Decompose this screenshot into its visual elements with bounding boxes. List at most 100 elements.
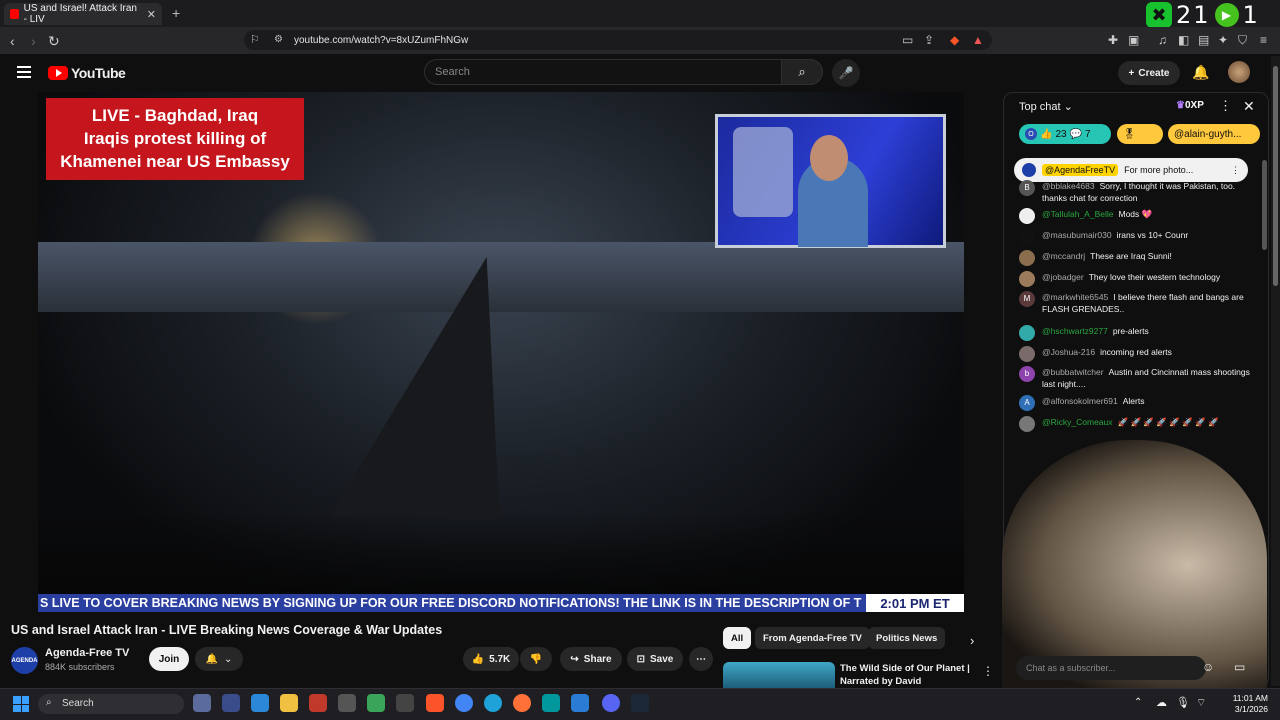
wallet-icon[interactable]: ▤ bbox=[1198, 33, 1209, 47]
chat-username: @bblake4683 bbox=[1042, 181, 1095, 191]
tray-app-icon[interactable]: ☁ bbox=[1156, 696, 1167, 709]
sidebar-icon[interactable]: ◧ bbox=[1178, 33, 1189, 47]
discord-icon[interactable] bbox=[602, 694, 620, 712]
chat-input[interactable]: Chat as a subscriber... bbox=[1016, 656, 1206, 680]
extensions-icon[interactable]: ✚ bbox=[1108, 33, 1118, 47]
file-explorer-icon[interactable] bbox=[280, 694, 298, 712]
vscode-icon[interactable] bbox=[571, 694, 589, 712]
poll-badge[interactable]: O 👍 23 💬 7 bbox=[1019, 124, 1111, 144]
cast-icon[interactable]: ▭ bbox=[902, 33, 913, 47]
pinned-message[interactable]: @AgendaFreeTV For more photo... ⋮ bbox=[1014, 158, 1248, 182]
join-button[interactable]: Join bbox=[149, 647, 189, 671]
chrome-icon[interactable] bbox=[455, 694, 473, 712]
more-actions-button[interactable]: ⋯ bbox=[689, 647, 713, 671]
forward-icon[interactable]: › bbox=[31, 33, 36, 49]
windows-start-icon[interactable] bbox=[13, 696, 29, 712]
channel-name[interactable]: Agenda-Free TV bbox=[45, 647, 129, 659]
like-button[interactable]: 👍 5.7K bbox=[463, 647, 519, 671]
webcam-overlay bbox=[1002, 440, 1267, 690]
site-info-icon[interactable]: ⚙ bbox=[274, 34, 283, 45]
reaction-badge[interactable]: 🎖 bbox=[1117, 124, 1163, 144]
chat-username: @alfonsokolmer691 bbox=[1042, 396, 1118, 406]
create-button[interactable]: + Create bbox=[1118, 61, 1180, 85]
filter-from-channel[interactable]: From Agenda-Free TV bbox=[755, 627, 870, 649]
badge-user: @alain-guyth... bbox=[1174, 128, 1242, 140]
chat-avatar: b bbox=[1019, 366, 1035, 382]
taskbar-app-icon[interactable] bbox=[309, 694, 327, 712]
save-button[interactable]: ⊡ Save bbox=[627, 647, 683, 671]
taskbar-search[interactable]: ⌕ Search bbox=[38, 694, 184, 714]
hamburger-menu-icon[interactable] bbox=[17, 66, 31, 78]
pinned-user: @AgendaFreeTV bbox=[1042, 164, 1119, 176]
arduino-icon[interactable] bbox=[542, 694, 560, 712]
page-scrollbar[interactable] bbox=[1271, 56, 1280, 686]
taskbar-app-icon[interactable] bbox=[396, 694, 414, 712]
steam-icon[interactable] bbox=[631, 694, 649, 712]
chat-options-icon[interactable]: ⋮ bbox=[1219, 98, 1232, 114]
filter-all[interactable]: All bbox=[723, 627, 752, 649]
taskbar-app-icon[interactable] bbox=[193, 694, 211, 712]
screenshot-icon[interactable]: ▣ bbox=[1128, 33, 1139, 47]
taskbar-app-icon[interactable] bbox=[338, 694, 356, 712]
edge-icon[interactable] bbox=[484, 694, 502, 712]
vpn-icon[interactable]: ⛉ bbox=[1238, 33, 1247, 48]
bookmark-icon[interactable]: ⚐ bbox=[250, 33, 260, 46]
super-chat-icon[interactable]: ▭ bbox=[1234, 660, 1245, 674]
filter-politics-news[interactable]: Politics News bbox=[868, 627, 946, 649]
recommendation-more-icon[interactable]: ⋮ bbox=[982, 664, 994, 678]
dislike-button[interactable]: 👎 bbox=[520, 647, 552, 671]
user-badge[interactable]: @alain-guyth... bbox=[1168, 124, 1260, 144]
chat-text: They love their western technology bbox=[1088, 272, 1221, 282]
xp-value: 0XP bbox=[1184, 100, 1204, 111]
chat-username: @mccandrj bbox=[1042, 251, 1086, 261]
tray-expand-icon[interactable]: ⌃ bbox=[1134, 697, 1142, 708]
chat-close-icon[interactable]: ✕ bbox=[1243, 98, 1255, 115]
chat-text: 🚀 🚀 🚀 🚀 🚀 🚀 🚀 🚀 bbox=[1117, 417, 1219, 427]
taskbar-app-icon[interactable] bbox=[367, 694, 385, 712]
notifications-bell-icon[interactable]: 🔔 bbox=[1192, 64, 1209, 81]
recommendation-thumbnail[interactable] bbox=[723, 662, 835, 688]
channel-avatar[interactable]: AGENDA bbox=[11, 647, 38, 674]
share-label: Share bbox=[583, 653, 612, 665]
ai-icon[interactable]: ✦ bbox=[1218, 33, 1228, 47]
search-button[interactable]: ⌕ bbox=[781, 59, 823, 85]
chat-text: irans vs 10+ Counr bbox=[1116, 230, 1189, 240]
browser-tab[interactable]: US and Israel! Attack Iran - LIV ✕ bbox=[4, 3, 162, 25]
voice-search-button[interactable]: 🎤 bbox=[832, 59, 860, 87]
wifi-icon[interactable]: ⌔ bbox=[1196, 696, 1206, 710]
subscription-bell-button[interactable]: 🔔 ⌄ bbox=[195, 647, 243, 671]
music-icon[interactable]: ♫ bbox=[1158, 33, 1167, 47]
menu-icon[interactable]: ≡ bbox=[1260, 33, 1267, 47]
search-input[interactable]: Search bbox=[424, 59, 782, 85]
brave-browser-icon[interactable] bbox=[426, 694, 444, 712]
brave-rewards-icon[interactable]: ▲ bbox=[972, 33, 984, 47]
account-avatar[interactable] bbox=[1228, 61, 1250, 83]
taskbar-app-icon[interactable] bbox=[222, 694, 240, 712]
youtube-logo[interactable]: YouTube bbox=[48, 65, 126, 81]
share-page-icon[interactable]: ⇪ bbox=[924, 33, 934, 47]
search-icon: ⌕ bbox=[798, 64, 806, 79]
microphone-icon[interactable]: 🎙 bbox=[1176, 696, 1190, 709]
tab-close-icon[interactable]: ✕ bbox=[147, 8, 156, 21]
page-scrollbar-thumb[interactable] bbox=[1273, 66, 1278, 286]
chat-scrollbar[interactable] bbox=[1262, 160, 1267, 250]
share-button[interactable]: ↪ Share bbox=[560, 647, 622, 671]
banner-line-3: Khamenei near US Embassy bbox=[60, 152, 290, 171]
chat-avatar bbox=[1019, 208, 1035, 224]
back-icon[interactable]: ‹ bbox=[10, 33, 15, 49]
new-tab-button[interactable]: + bbox=[172, 5, 180, 21]
reload-icon[interactable]: ↻ bbox=[48, 33, 60, 50]
chat-mode-selector[interactable]: Top chat ⌄ bbox=[1019, 100, 1073, 113]
firefox-icon[interactable] bbox=[513, 694, 531, 712]
system-clock[interactable]: 11:01 AM 3/1/2026 bbox=[1222, 693, 1268, 715]
taskbar-app-icon[interactable] bbox=[251, 694, 269, 712]
address-field[interactable]: ⚐ ⚙ youtube.com/watch?v=8xUZumFhNGw bbox=[244, 30, 992, 50]
filters-next-icon[interactable]: › bbox=[970, 633, 974, 648]
emoji-icon[interactable]: ☺ bbox=[1202, 660, 1214, 674]
news-ticker: S LIVE TO COVER BREAKING NEWS BY SIGNING… bbox=[38, 594, 964, 612]
like-count: 5.7K bbox=[489, 653, 511, 665]
pinned-more-icon[interactable]: ⋮ bbox=[1231, 165, 1240, 176]
video-player[interactable]: LIVE - Baghdad, Iraq Iraqis protest kill… bbox=[38, 92, 964, 612]
xp-badge[interactable]: ♛0XP bbox=[1176, 100, 1204, 111]
brave-shields-icon[interactable]: ◆ bbox=[950, 33, 959, 47]
